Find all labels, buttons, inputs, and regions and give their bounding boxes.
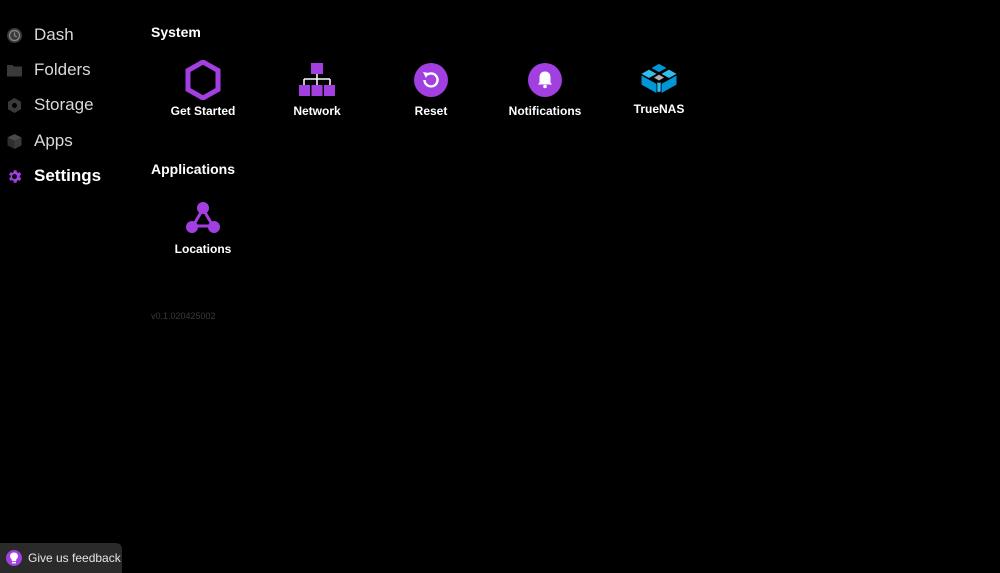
app-window: Dash Folders Storage Apps Settings Syste… [0, 0, 1000, 573]
folder-icon [6, 62, 23, 79]
sidebar: Dash Folders Storage Apps Settings [0, 0, 140, 573]
hexagon-icon [6, 97, 23, 114]
clock-icon [6, 27, 23, 44]
tile-label: Locations [174, 242, 232, 256]
version-label: v0.1.020425002 [151, 311, 216, 321]
sidebar-item-dash[interactable]: Dash [6, 22, 131, 48]
reset-icon [411, 60, 451, 100]
system-section-title: System [151, 24, 201, 40]
cube-icon [6, 133, 23, 150]
sidebar-item-label: Folders [34, 60, 91, 79]
network-tree-icon [297, 60, 337, 100]
tile-get-started[interactable]: Get Started [148, 60, 258, 140]
tile-label: TrueNAS [633, 102, 685, 116]
tile-notifications[interactable]: Notifications [490, 60, 600, 140]
tile-locations[interactable]: Locations [148, 198, 258, 278]
feedback-label: Give us feedback [28, 551, 121, 565]
tile-truenas[interactable]: TrueNAS [604, 58, 714, 138]
sidebar-item-label: Storage [34, 95, 94, 114]
sidebar-item-apps[interactable]: Apps [6, 128, 131, 154]
tile-label: Network [293, 104, 341, 118]
tile-network[interactable]: Network [262, 60, 372, 140]
hexagon-outline-icon [183, 60, 223, 100]
sidebar-item-label: Dash [34, 25, 74, 44]
sidebar-item-settings[interactable]: Settings [6, 163, 131, 189]
truenas-logo-icon [639, 58, 679, 98]
tile-label: Reset [414, 104, 448, 118]
sidebar-item-label: Settings [34, 166, 102, 185]
lightbulb-icon [6, 550, 22, 566]
bell-icon [525, 60, 565, 100]
sidebar-item-storage[interactable]: Storage [6, 92, 131, 118]
feedback-button[interactable]: Give us feedback [0, 543, 122, 573]
gear-icon [6, 168, 23, 185]
tile-label: Notifications [508, 104, 582, 118]
locations-icon [183, 198, 223, 238]
applications-section-title: Applications [151, 161, 236, 177]
tile-reset[interactable]: Reset [376, 60, 486, 140]
sidebar-item-folders[interactable]: Folders [6, 57, 131, 83]
tile-label: Get Started [170, 104, 236, 118]
sidebar-item-label: Apps [34, 131, 73, 150]
